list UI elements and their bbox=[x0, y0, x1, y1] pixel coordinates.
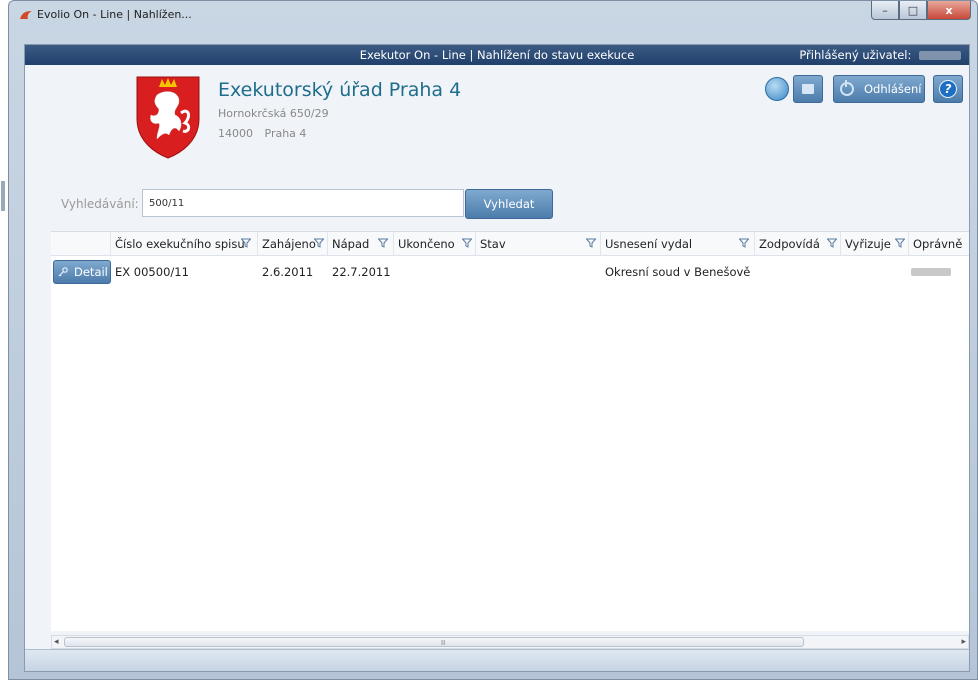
logout-button[interactable]: Odhlášení bbox=[833, 75, 925, 103]
cell-stav bbox=[476, 257, 480, 287]
detail-button[interactable]: Detail bbox=[53, 260, 111, 284]
cell-opravneny-redacted bbox=[911, 268, 951, 276]
filter-icon[interactable] bbox=[739, 238, 749, 248]
scrollbar-thumb[interactable]: II bbox=[64, 637, 804, 647]
power-icon bbox=[840, 80, 854, 96]
office-name: Exekutorský úřad Praha 4 bbox=[218, 79, 462, 101]
app-header: Exekutor On - Line | Nahlížení do stavu … bbox=[25, 45, 969, 65]
scroll-right-icon[interactable]: ▸ bbox=[961, 637, 966, 647]
column-header-zahajeno[interactable]: Zahájeno bbox=[258, 232, 328, 256]
filter-icon[interactable] bbox=[314, 238, 324, 248]
column-header-usneseni[interactable]: Usnesení vydal bbox=[601, 232, 755, 256]
cell-usneseni: Okresní soud v Benešově bbox=[605, 265, 751, 279]
table-header: Číslo exekučního spisu Zahájeno Nápad Uk… bbox=[51, 232, 969, 256]
logged-user: Přihlášený uživatel: bbox=[799, 48, 961, 62]
window-titlebar[interactable]: Evolio On - Line | Nahlížen... – □ x bbox=[9, 1, 977, 31]
window-edge bbox=[1, 181, 5, 211]
scrollbar-grip: II bbox=[441, 639, 446, 647]
column-header-napad[interactable]: Nápad bbox=[328, 232, 394, 256]
close-button[interactable]: x bbox=[927, 1, 971, 20]
cell-zahajeno: 2.6.2011 bbox=[262, 265, 314, 279]
window-title: Evolio On - Line | Nahlížen... bbox=[37, 8, 192, 21]
detail-label: Detail bbox=[74, 265, 108, 279]
cell-cislo: EX 00500/11 bbox=[115, 265, 189, 279]
app-panel: Exekutor On - Line | Nahlížení do stavu … bbox=[24, 44, 970, 672]
column-header-opravneny[interactable]: Oprávně bbox=[909, 232, 969, 256]
column-header-label: Zahájeno bbox=[262, 237, 316, 251]
coat-of-arms-icon bbox=[136, 76, 200, 159]
column-header-ukonceno[interactable]: Ukončeno bbox=[394, 232, 476, 256]
globe-icon[interactable] bbox=[765, 77, 789, 101]
logged-user-label: Přihlášený uživatel: bbox=[799, 48, 912, 62]
filter-icon[interactable] bbox=[895, 238, 905, 248]
cell-napad: 22.7.2011 bbox=[332, 265, 391, 279]
column-header-label: Vyřizuje bbox=[845, 237, 891, 251]
office-zip: 14000 bbox=[218, 127, 253, 140]
filter-icon[interactable] bbox=[462, 238, 472, 248]
column-header-label: Číslo exekučního spisu bbox=[115, 237, 245, 251]
cell-vyrizuje bbox=[841, 257, 845, 287]
minimize-button[interactable]: – bbox=[871, 1, 899, 20]
filter-icon[interactable] bbox=[241, 238, 251, 248]
app-footer bbox=[25, 649, 969, 671]
column-header-label: Nápad bbox=[332, 237, 370, 251]
office-city: Praha 4 bbox=[264, 127, 307, 140]
column-header-stav[interactable]: Stav bbox=[476, 232, 601, 256]
column-header-label: Ukončeno bbox=[398, 237, 455, 251]
filter-icon[interactable] bbox=[827, 238, 837, 248]
office-street: Hornokrčská 650/29 bbox=[218, 107, 329, 120]
column-header-cislo[interactable]: Číslo exekučního spisu bbox=[111, 232, 258, 256]
book-icon[interactable] bbox=[793, 75, 823, 103]
horizontal-scrollbar[interactable]: ◂ II ▸ bbox=[51, 635, 969, 649]
scroll-left-icon[interactable]: ◂ bbox=[54, 637, 59, 647]
window-controls: – □ x bbox=[871, 1, 971, 20]
cell-zodpovida bbox=[755, 257, 759, 287]
maximize-button[interactable]: □ bbox=[899, 1, 927, 20]
column-header-label: Zodpovídá bbox=[759, 237, 820, 251]
cell-ukonceno bbox=[394, 257, 398, 287]
search-label: Vyhledávání: bbox=[61, 197, 139, 211]
filter-icon[interactable] bbox=[586, 238, 596, 248]
search-input[interactable] bbox=[142, 189, 464, 217]
help-icon: ? bbox=[939, 80, 957, 98]
help-button[interactable]: ? bbox=[933, 75, 963, 103]
column-header-label: Stav bbox=[480, 237, 506, 251]
logged-user-name-redacted bbox=[919, 51, 961, 60]
search-button[interactable]: Vyhledat bbox=[465, 189, 553, 219]
key-icon bbox=[58, 267, 68, 277]
results-table: Číslo exekučního spisu Zahájeno Nápad Uk… bbox=[51, 231, 969, 631]
column-header-action bbox=[51, 232, 111, 256]
office-address-city: 14000 Praha 4 bbox=[218, 127, 314, 140]
app-icon bbox=[20, 11, 32, 19]
column-header-vyrizuje[interactable]: Vyřizuje bbox=[841, 232, 909, 256]
column-header-zodpovida[interactable]: Zodpovídá bbox=[755, 232, 841, 256]
column-header-label: Oprávně bbox=[913, 237, 963, 251]
table-row[interactable]: Detail EX 00500/11 2.6.2011 22.7.2011 Ok… bbox=[51, 257, 969, 287]
column-header-label: Usnesení vydal bbox=[605, 237, 693, 251]
filter-icon[interactable] bbox=[378, 238, 388, 248]
logout-label: Odhlášení bbox=[864, 82, 922, 96]
